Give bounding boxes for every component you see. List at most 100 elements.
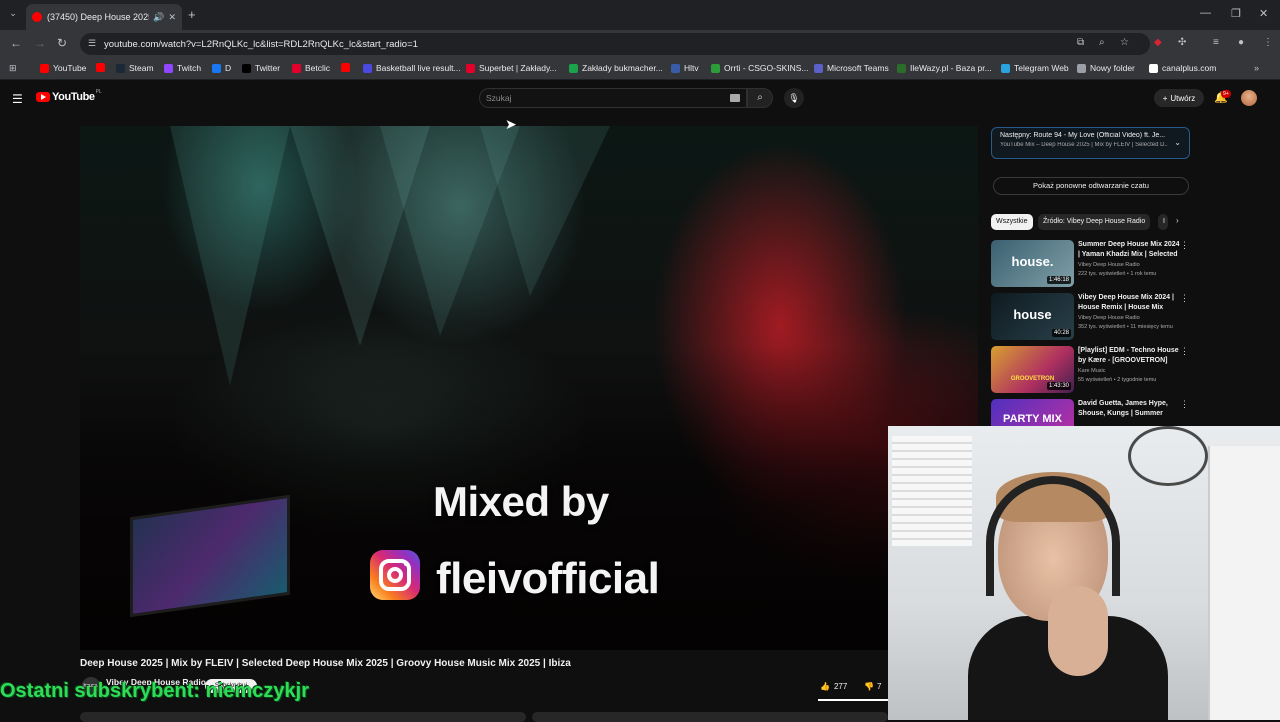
youtube-favicon-icon bbox=[32, 12, 42, 22]
search-input[interactable]: Szukaj bbox=[479, 88, 747, 108]
bookmark-label: IleWazy.pl - Baza pr... bbox=[910, 63, 992, 73]
voice-search-button[interactable]: 🎙 bbox=[784, 88, 804, 108]
chip-all[interactable]: Wszystkie bbox=[991, 214, 1033, 230]
country-code: PL bbox=[95, 89, 102, 95]
bookmark-favicon-icon bbox=[1001, 63, 1010, 73]
bookmark-item[interactable]: Zakłady bukmacher... bbox=[569, 63, 663, 73]
bookmarks-overflow-icon[interactable]: » bbox=[1254, 63, 1259, 73]
bookmark-label: Microsoft Teams bbox=[827, 63, 889, 73]
bookmark-favicon-icon bbox=[466, 63, 475, 73]
bookmark-item[interactable]: Superbet | Zakłady... bbox=[466, 63, 557, 73]
recommendation-item[interactable]: house 40:28 Vibey Deep House Mix 2024 | … bbox=[991, 293, 1191, 341]
apps-grid-icon[interactable]: ⊞ bbox=[9, 63, 17, 74]
install-app-icon[interactable]: ⧉ bbox=[1077, 37, 1084, 48]
browser-tab[interactable]: (37450) Deep House 2025 | 🔊 ✕ bbox=[26, 4, 182, 30]
bookmark-favicon-icon bbox=[292, 63, 301, 73]
dislike-button[interactable]: 👎 7 bbox=[864, 679, 881, 693]
video-progress-bar[interactable] bbox=[818, 699, 888, 701]
recommendation-title: Vibey Deep House Mix 2024 | House Remix … bbox=[1078, 294, 1174, 311]
more-options-icon[interactable]: ⋮ bbox=[1180, 399, 1189, 410]
chip-source[interactable]: Źródło: Vibey Deep House Radio bbox=[1038, 214, 1151, 230]
recommendation-thumbnail[interactable]: house 40:28 bbox=[991, 293, 1074, 340]
plus-icon: + bbox=[1162, 93, 1168, 103]
profile-icon[interactable]: ● bbox=[1238, 37, 1244, 48]
webcam-door bbox=[1208, 446, 1280, 720]
chip-more[interactable]: I bbox=[1158, 214, 1168, 230]
extensions-puzzle-icon[interactable]: ✣ bbox=[1178, 37, 1186, 48]
keyboard-icon[interactable] bbox=[730, 94, 740, 102]
speaker-icon[interactable]: 🔊 bbox=[153, 12, 164, 23]
reload-icon[interactable]: ↻ bbox=[57, 36, 67, 50]
recommendation-channel: Vibey Deep House Radio bbox=[1078, 315, 1140, 321]
chat-replay-strip[interactable] bbox=[532, 712, 888, 722]
close-window-icon[interactable]: ✕ bbox=[1259, 7, 1268, 20]
video-player[interactable]: Mixed by fleivofficial bbox=[80, 126, 978, 650]
bookmark-label: canalplus.com bbox=[1162, 63, 1217, 73]
recommendation-item[interactable]: house. 1:46:18 Summer Deep House Mix 202… bbox=[991, 240, 1191, 288]
zoom-icon[interactable]: ⌕ bbox=[1099, 37, 1105, 48]
bookmark-favicon-icon bbox=[1149, 63, 1158, 73]
extension-red-icon[interactable]: ◆ bbox=[1154, 37, 1162, 48]
bookmark-favicon-icon bbox=[569, 63, 578, 73]
bookmark-item[interactable]: Steam bbox=[116, 63, 154, 73]
bookmark-favicon-icon bbox=[814, 63, 823, 73]
recommendation-channel: Vibey Deep House Radio bbox=[1078, 262, 1140, 268]
more-options-icon[interactable]: ⋮ bbox=[1180, 293, 1189, 304]
chevron-right-icon[interactable]: › bbox=[1176, 216, 1179, 225]
bookmark-item[interactable]: D bbox=[212, 63, 231, 73]
more-options-icon[interactable]: ⋮ bbox=[1180, 346, 1189, 357]
youtube-logo[interactable]: YouTube PL bbox=[36, 89, 102, 103]
bookmark-star-icon[interactable]: ☆ bbox=[1120, 37, 1129, 48]
bookmark-item[interactable]: Basketball live result... bbox=[363, 63, 461, 73]
show-chat-replay-button[interactable]: Pokaż ponowne odtwarzanie czatu bbox=[993, 177, 1189, 195]
close-tab-icon[interactable]: ✕ bbox=[168, 12, 176, 23]
tab-search-icon[interactable]: ⌄ bbox=[6, 8, 20, 22]
bookmark-label: Twitch bbox=[177, 63, 202, 73]
bookmark-item[interactable]: Telegram Web bbox=[1001, 63, 1069, 73]
more-options-icon[interactable]: ⋮ bbox=[1180, 240, 1189, 251]
create-button[interactable]: + Utwórz bbox=[1154, 89, 1204, 107]
bookmark-favicon-icon bbox=[341, 63, 350, 72]
media-control-icon[interactable]: ≡ bbox=[1213, 37, 1219, 48]
bookmark-item[interactable]: Hltv bbox=[671, 63, 699, 73]
recommendation-thumbnail[interactable]: GROOVETRON 1:43:30 bbox=[991, 346, 1074, 393]
bookmark-item[interactable]: Twitch bbox=[164, 63, 201, 73]
bookmark-favicon-icon bbox=[711, 63, 720, 73]
account-avatar[interactable] bbox=[1241, 90, 1257, 106]
bookmark-item[interactable]: Microsoft Teams bbox=[814, 63, 889, 73]
bookmark-item[interactable]: Nowy folder bbox=[1077, 63, 1135, 73]
search-icon: ⌕ bbox=[757, 92, 763, 103]
bookmark-item[interactable]: IleWazy.pl - Baza pr... bbox=[897, 63, 992, 73]
bookmark-label: Telegram Web bbox=[1014, 63, 1069, 73]
bookmark-item[interactable]: Betclic bbox=[292, 63, 330, 73]
description-box[interactable] bbox=[80, 712, 526, 722]
minimize-icon[interactable]: — bbox=[1200, 7, 1211, 19]
chevron-down-icon[interactable]: ⌄ bbox=[1174, 138, 1181, 147]
hamburger-menu-icon[interactable]: ☰ bbox=[12, 92, 23, 106]
address-bar[interactable]: ☰ youtube.com/watch?v=L2RnQLKc_lc&list=R… bbox=[80, 33, 1150, 55]
search-button[interactable]: ⌕ bbox=[747, 88, 773, 108]
bookmark-item[interactable] bbox=[341, 63, 354, 72]
site-info-icon[interactable]: ☰ bbox=[88, 38, 96, 49]
recommendation-thumbnail[interactable]: PARTY MIX bbox=[991, 399, 1074, 426]
browser-menu-icon[interactable]: ⋮ bbox=[1263, 37, 1273, 48]
restore-icon[interactable]: ❐ bbox=[1231, 7, 1241, 20]
thumbs-down-icon: 👎 bbox=[864, 681, 874, 691]
new-tab-button[interactable]: + bbox=[188, 7, 196, 22]
mouse-cursor-icon: ➤ bbox=[505, 116, 517, 132]
recommendation-item[interactable]: GROOVETRON 1:43:30 [Playlist] EDM - Tech… bbox=[991, 346, 1191, 394]
playlist-next-box[interactable]: Następny: Route 94 - My Love (Official V… bbox=[991, 127, 1190, 159]
back-icon[interactable]: ← bbox=[10, 36, 22, 50]
bookmark-item[interactable]: YouTube bbox=[40, 63, 86, 73]
forward-icon[interactable]: → bbox=[34, 36, 46, 50]
recommendation-item[interactable]: PARTY MIX David Guetta, James Hype, Shou… bbox=[991, 399, 1191, 426]
bookmark-item[interactable] bbox=[96, 63, 109, 72]
like-button[interactable]: 👍 277 bbox=[820, 679, 847, 693]
video-title: Deep House 2025 | Mix by FLEIV | Selecte… bbox=[80, 658, 571, 669]
bookmark-item[interactable]: Orrti - CSGO-SKINS... bbox=[711, 63, 809, 73]
recommendation-thumbnail[interactable]: house. 1:46:18 bbox=[991, 240, 1074, 287]
bookmark-favicon-icon bbox=[897, 63, 906, 73]
bookmark-item[interactable]: canalplus.com bbox=[1149, 63, 1216, 73]
bookmark-label: Nowy folder bbox=[1090, 63, 1135, 73]
bookmark-item[interactable]: Twitter bbox=[242, 63, 280, 73]
